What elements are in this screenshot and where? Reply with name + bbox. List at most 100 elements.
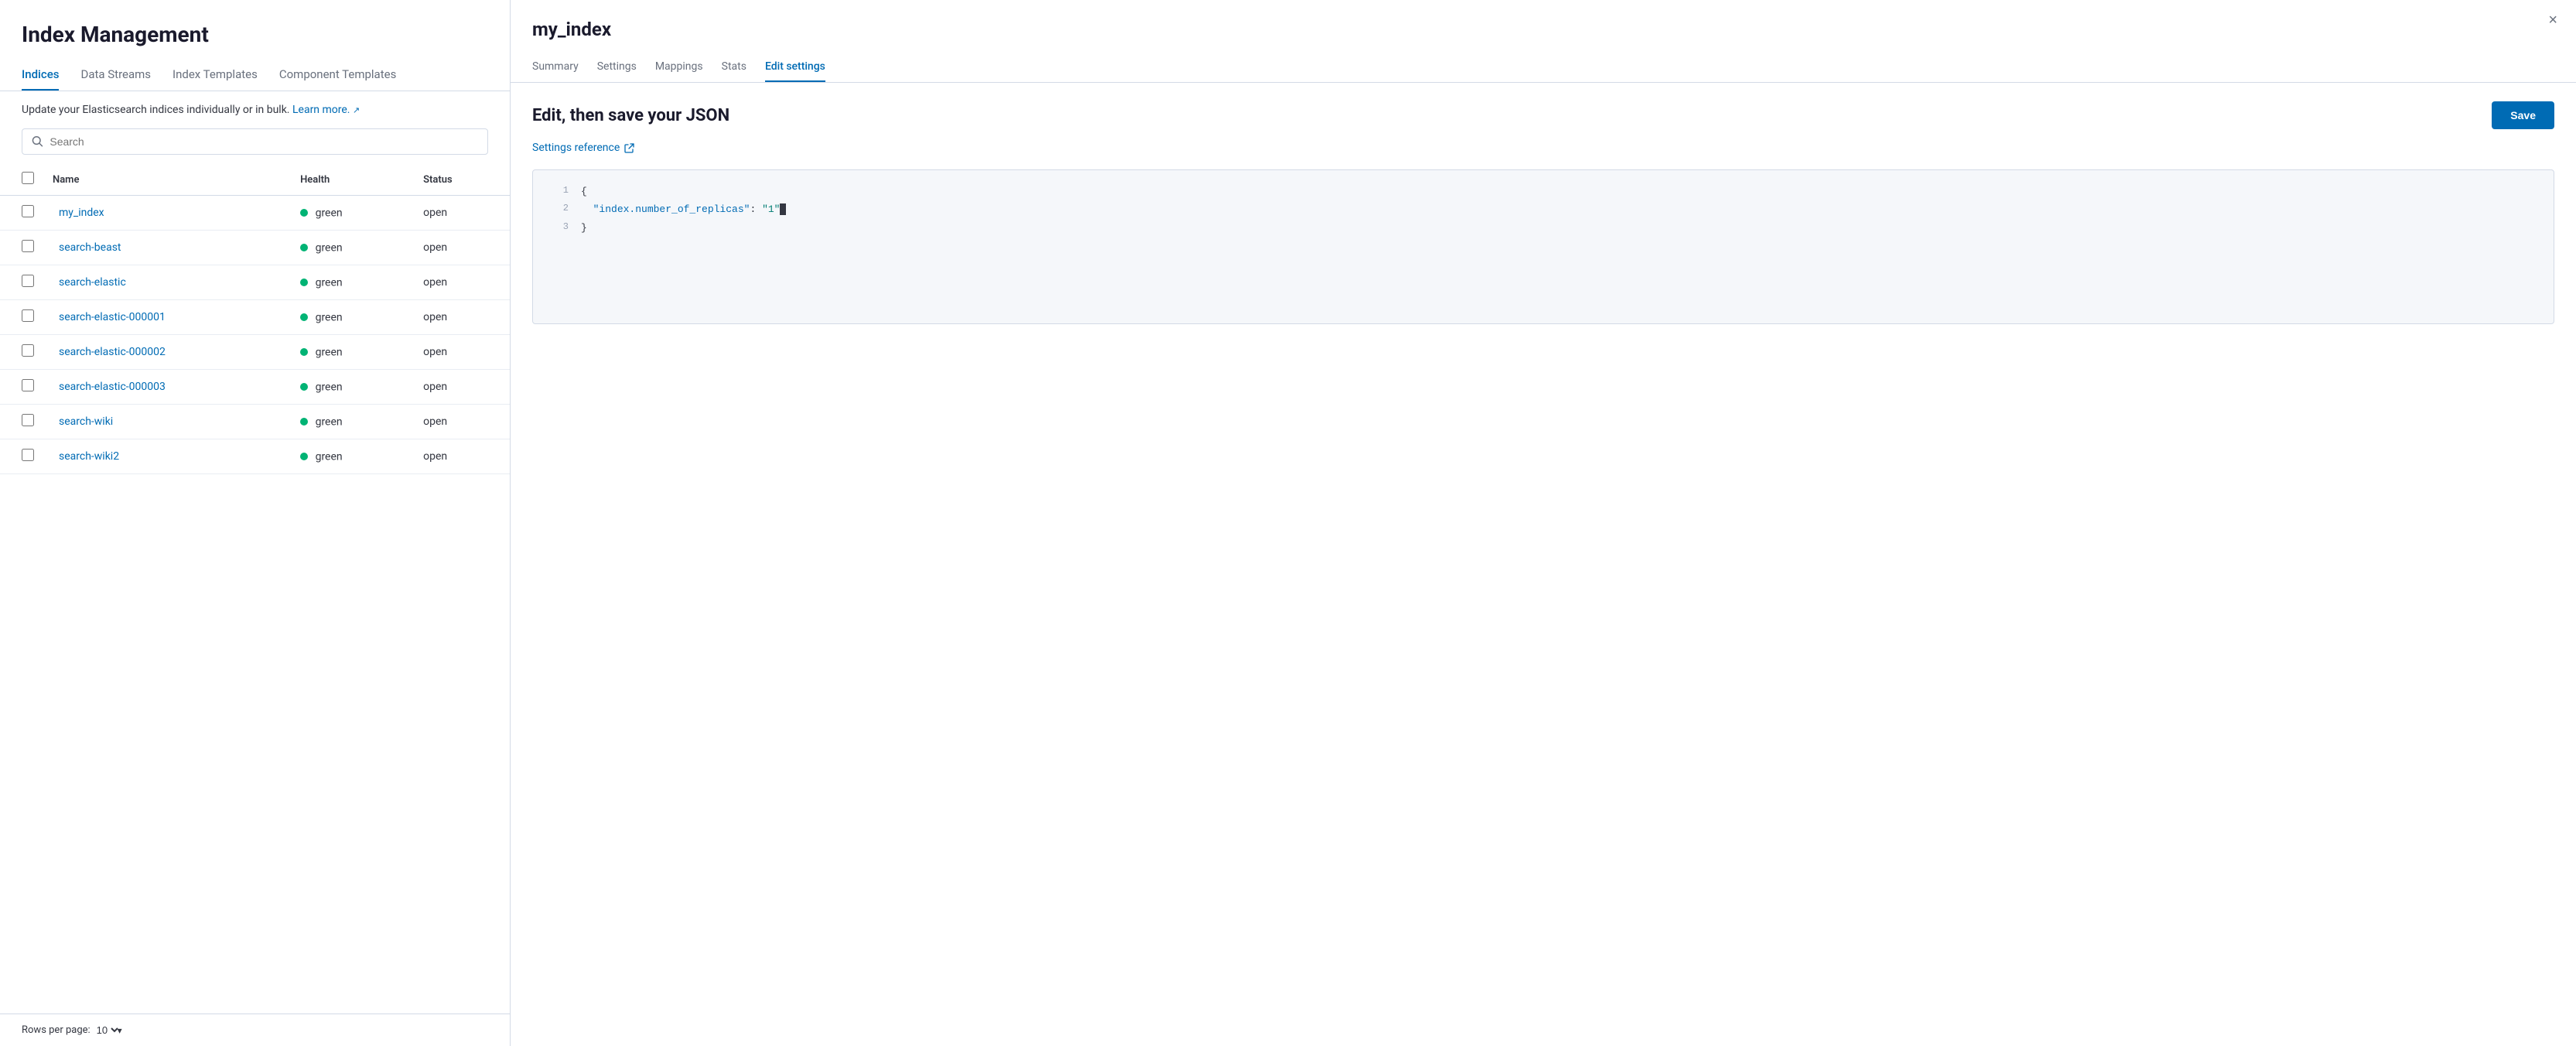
tab-data-streams[interactable]: Data Streams [80, 60, 151, 91]
flyout-tabs: Summary Settings Mappings Stats Edit set… [532, 53, 2554, 82]
close-button[interactable]: × [2548, 12, 2557, 28]
row-health-3: green [288, 300, 411, 335]
flyout-tab-summary[interactable]: Summary [532, 53, 579, 82]
line-num-2: 2 [545, 200, 569, 218]
table-row: search-elastic-000003 green open [0, 370, 510, 405]
select-all-checkbox[interactable] [22, 172, 34, 184]
row-checkbox-0[interactable] [22, 205, 34, 217]
col-health: Health [288, 164, 411, 196]
health-label-5: green [316, 381, 343, 393]
row-health-4: green [288, 335, 411, 370]
external-link-icon [624, 143, 634, 153]
chevron-down-icon: ▾ [118, 1025, 122, 1036]
row-checkbox-1[interactable] [22, 240, 34, 252]
edit-title: Edit, then save your JSON [532, 106, 729, 125]
row-health-6: green [288, 405, 411, 439]
row-health-2: green [288, 265, 411, 300]
health-label-6: green [316, 415, 343, 428]
cursor [780, 203, 786, 215]
row-checkbox-cell [0, 196, 46, 231]
code-line-3: 3 } [545, 219, 2541, 237]
line-num-1: 1 [545, 183, 569, 200]
col-status: Status [411, 164, 510, 196]
row-checkbox-cell [0, 300, 46, 335]
row-checkbox-cell [0, 335, 46, 370]
tab-index-templates[interactable]: Index Templates [173, 60, 258, 91]
flyout-tab-settings[interactable]: Settings [597, 53, 637, 82]
line-num-3: 3 [545, 219, 569, 237]
row-health-1: green [288, 231, 411, 265]
edit-header: Edit, then save your JSON Save [532, 101, 2554, 129]
tab-indices[interactable]: Indices [22, 60, 59, 91]
health-dot-4 [300, 348, 308, 356]
row-checkbox-4[interactable] [22, 344, 34, 357]
row-checkbox-5[interactable] [22, 379, 34, 391]
search-icon [32, 135, 43, 148]
index-link-3[interactable]: search-elastic-000001 [59, 311, 166, 323]
indices-table-container: Name Health Status my_index green open [0, 164, 510, 1014]
health-dot-7 [300, 453, 308, 460]
indices-table: Name Health Status my_index green open [0, 164, 510, 474]
row-checkbox-3[interactable] [22, 309, 34, 322]
index-link-7[interactable]: search-wiki2 [59, 450, 119, 463]
table-row: search-elastic green open [0, 265, 510, 300]
health-dot-3 [300, 313, 308, 321]
row-status-2: open [411, 265, 510, 300]
rows-per-page-select[interactable]: 10 25 50 [94, 1024, 121, 1037]
external-link-icon: ↗ [353, 105, 360, 115]
flyout-body: Edit, then save your JSON Save Settings … [511, 83, 2576, 1046]
table-row: search-elastic-000002 green open [0, 335, 510, 370]
health-dot-2 [300, 279, 308, 286]
table-row: search-beast green open [0, 231, 510, 265]
table-row: search-wiki2 green open [0, 439, 510, 474]
index-link-4[interactable]: search-elastic-000002 [59, 346, 166, 358]
flyout-tab-stats[interactable]: Stats [722, 53, 746, 82]
flyout-tab-edit-settings[interactable]: Edit settings [765, 53, 825, 82]
index-link-6[interactable]: search-wiki [59, 415, 113, 428]
row-status-4: open [411, 335, 510, 370]
description-body: Update your Elasticsearch indices indivi… [22, 104, 290, 116]
json-value: "1" [762, 203, 780, 215]
flyout-header: my_index Summary Settings Mappings Stats… [511, 0, 2576, 83]
code-line-1: 1 { [545, 183, 2541, 200]
left-panel: Index Management Indices Data Streams In… [0, 0, 511, 1046]
index-link-1[interactable]: search-beast [59, 241, 121, 254]
health-label-2: green [316, 276, 343, 289]
flyout-tab-mappings[interactable]: Mappings [655, 53, 703, 82]
learn-more-link[interactable]: Learn more. [292, 104, 350, 116]
tab-component-templates[interactable]: Component Templates [279, 60, 396, 91]
row-name-5: search-elastic-000003 [46, 370, 288, 405]
row-checkbox-2[interactable] [22, 275, 34, 287]
main-nav: Indices Data Streams Index Templates Com… [0, 60, 510, 91]
row-health-0: green [288, 196, 411, 231]
row-checkbox-cell [0, 231, 46, 265]
row-checkbox-cell [0, 370, 46, 405]
save-button[interactable]: Save [2492, 101, 2554, 129]
row-health-7: green [288, 439, 411, 474]
page-title: Index Management [0, 0, 510, 47]
settings-reference-link[interactable]: Settings reference [532, 142, 620, 154]
health-dot-6 [300, 418, 308, 426]
search-input[interactable] [50, 135, 478, 148]
col-name: Name [46, 164, 288, 196]
health-label-4: green [316, 346, 343, 358]
row-checkbox-7[interactable] [22, 449, 34, 461]
row-checkbox-cell [0, 439, 46, 474]
table-row: search-elastic-000001 green open [0, 300, 510, 335]
health-label-7: green [316, 450, 343, 463]
index-link-2[interactable]: search-elastic [59, 276, 126, 289]
row-status-7: open [411, 439, 510, 474]
flyout-title: my_index [532, 19, 2554, 40]
row-checkbox-cell [0, 405, 46, 439]
health-dot-5 [300, 383, 308, 391]
line-content-2: "index.number_of_replicas": "1" [581, 200, 786, 218]
table-row: search-wiki green open [0, 405, 510, 439]
code-line-2: 2 "index.number_of_replicas": "1" [545, 200, 2541, 218]
row-checkbox-6[interactable] [22, 414, 34, 426]
index-link-5[interactable]: search-elastic-000003 [59, 381, 166, 393]
row-name-7: search-wiki2 [46, 439, 288, 474]
index-link-0[interactable]: my_index [59, 207, 104, 219]
health-label-3: green [316, 311, 343, 323]
health-dot-0 [300, 209, 308, 217]
code-editor[interactable]: 1 { 2 "index.number_of_replicas": "1" 3 … [532, 169, 2554, 324]
